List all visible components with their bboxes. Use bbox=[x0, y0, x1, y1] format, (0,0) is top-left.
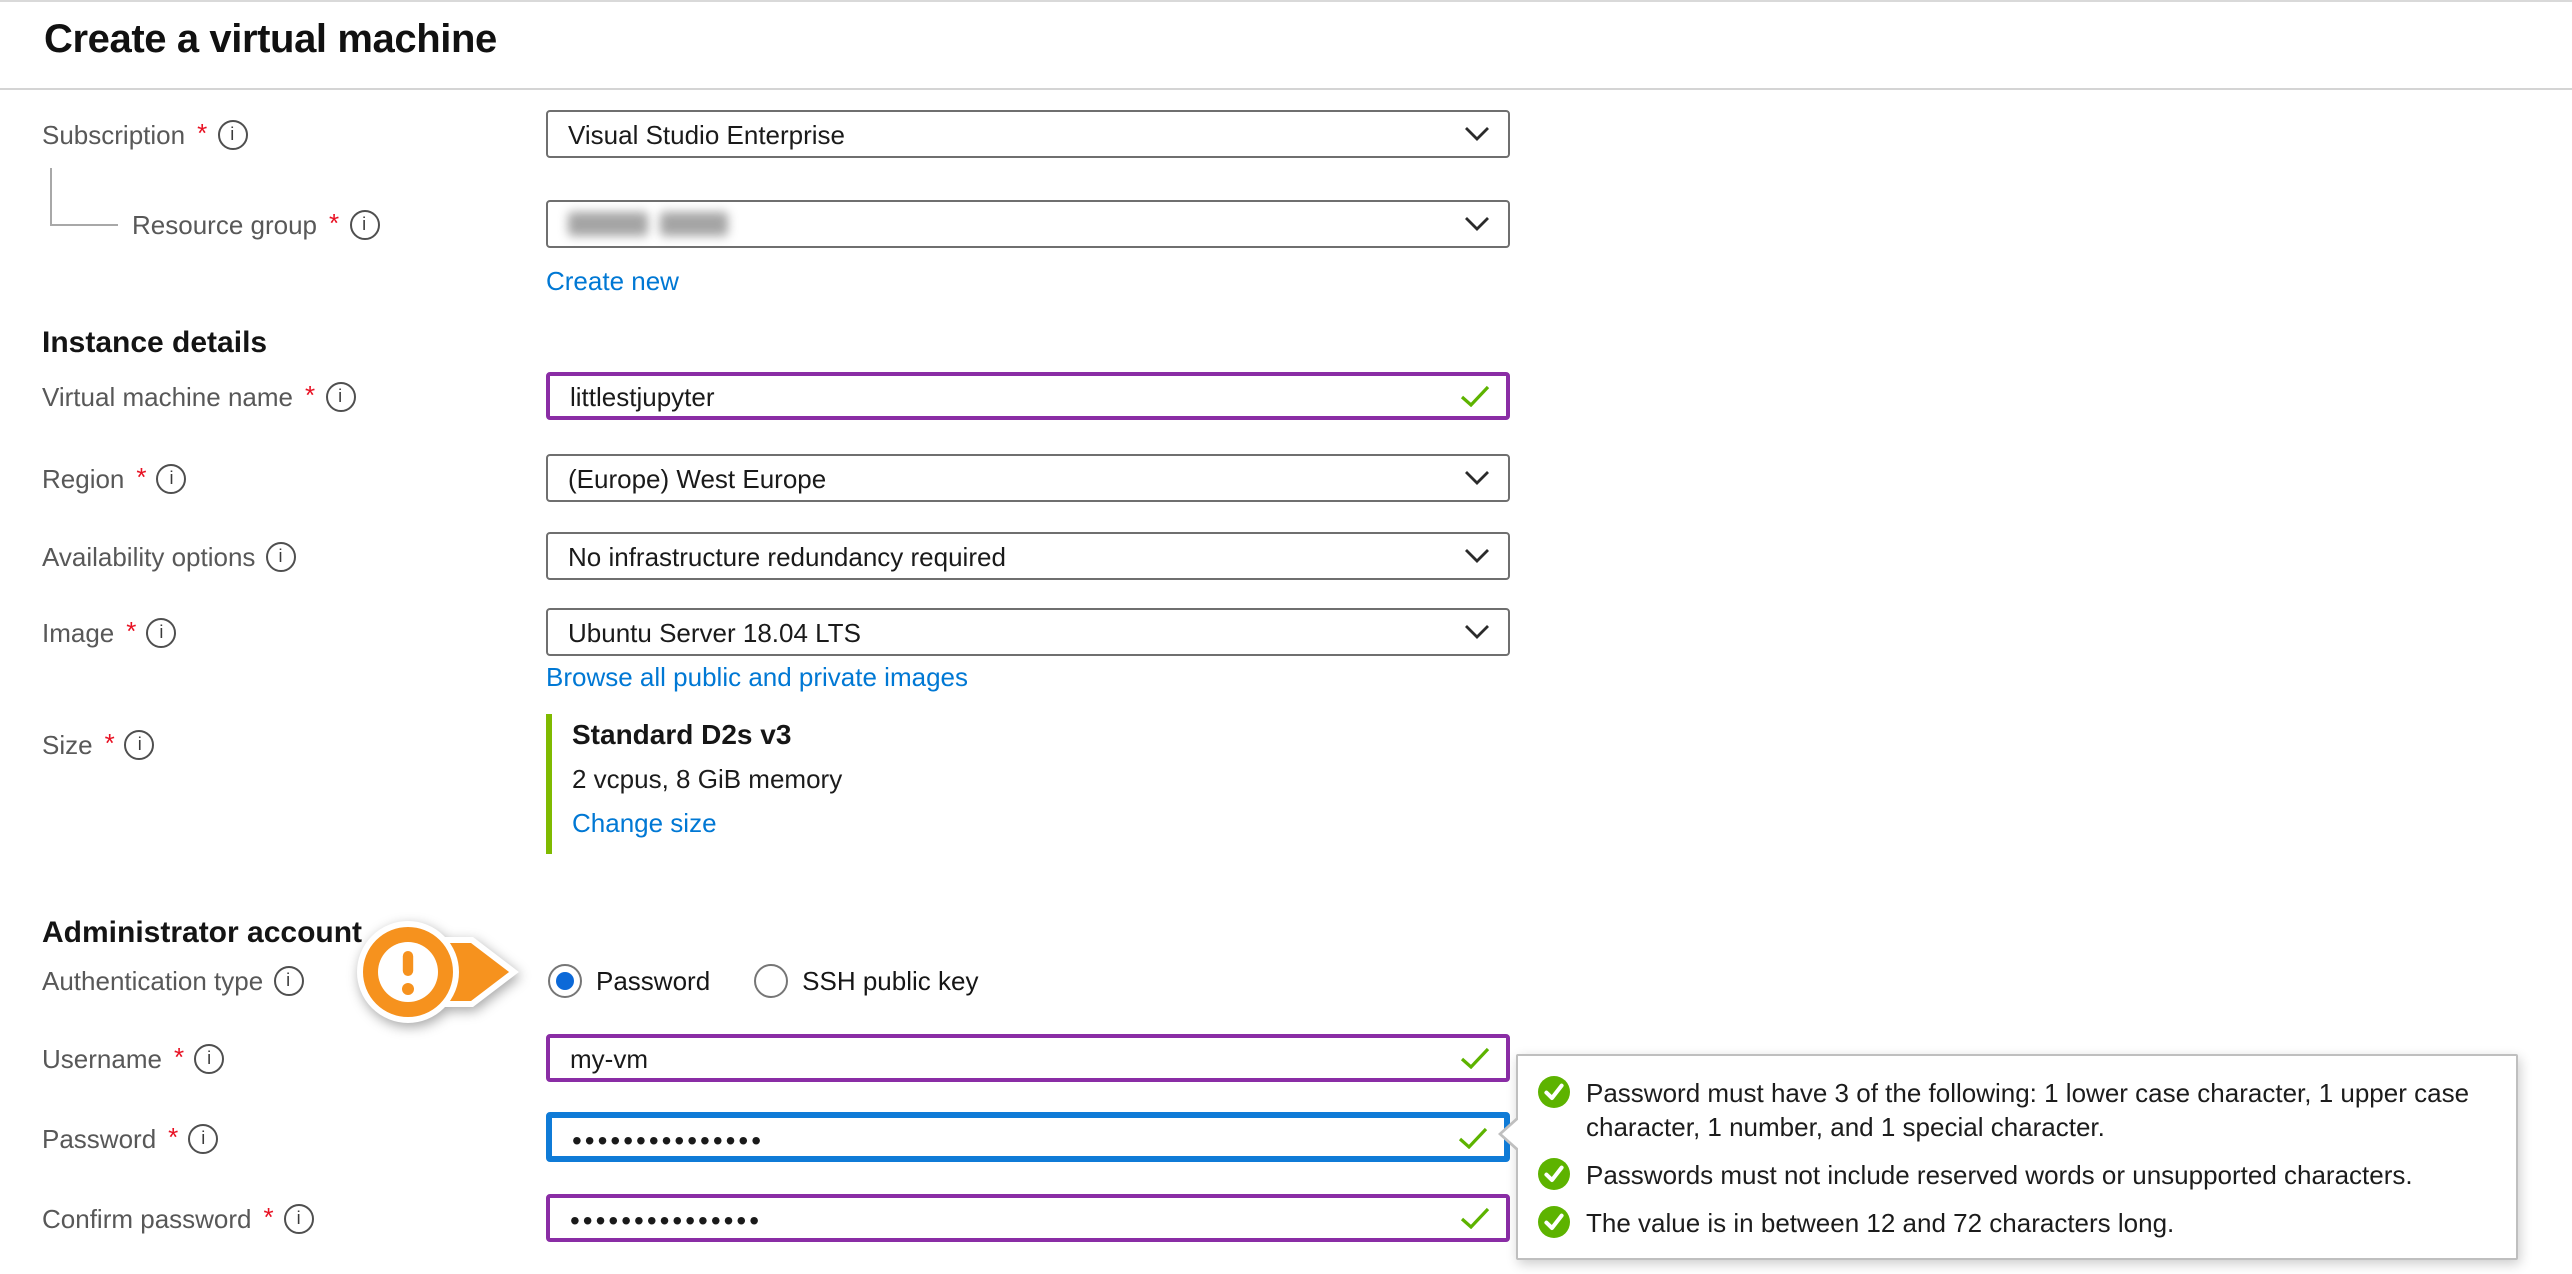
region-label: Region*i bbox=[42, 454, 187, 502]
instance-details-heading: Instance details bbox=[42, 326, 267, 360]
required-marker: * bbox=[168, 1121, 178, 1151]
size-summary: Standard D2s v3 2 vcpus, 8 GiB memory Ch… bbox=[546, 714, 842, 854]
validation-item: Passwords must not include reserved word… bbox=[1538, 1158, 2492, 1192]
username-input[interactable] bbox=[550, 1038, 1506, 1078]
info-icon[interactable]: i bbox=[194, 1043, 224, 1073]
authentication-type-radios: Password SSH public key bbox=[548, 962, 978, 998]
size-label: Size*i bbox=[42, 720, 155, 768]
required-marker: * bbox=[126, 615, 136, 645]
password-input-wrap bbox=[546, 1112, 1510, 1162]
size-specs: 2 vcpus, 8 GiB memory bbox=[572, 764, 842, 796]
image-value: Ubuntu Server 18.04 LTS bbox=[568, 617, 861, 647]
radio-password[interactable]: Password bbox=[548, 963, 710, 997]
validation-text: Passwords must not include reserved word… bbox=[1586, 1158, 2413, 1192]
info-icon[interactable]: i bbox=[265, 541, 295, 571]
create-new-link[interactable]: Create new bbox=[546, 266, 679, 296]
info-icon[interactable]: i bbox=[188, 1123, 218, 1153]
check-circle-icon bbox=[1538, 1206, 1570, 1238]
required-marker: * bbox=[264, 1201, 274, 1231]
radio-unselected-icon bbox=[754, 963, 788, 997]
info-icon[interactable]: i bbox=[217, 119, 247, 149]
required-marker: * bbox=[329, 207, 339, 237]
check-circle-icon bbox=[1538, 1158, 1570, 1190]
image-label: Image*i bbox=[42, 608, 176, 656]
administrator-account-heading: Administrator account bbox=[42, 916, 362, 950]
change-size-link[interactable]: Change size bbox=[572, 808, 717, 838]
validation-text: Password must have 3 of the following: 1… bbox=[1586, 1076, 2492, 1144]
required-marker: * bbox=[174, 1041, 184, 1071]
image-select[interactable]: Ubuntu Server 18.04 LTS bbox=[546, 608, 1510, 656]
required-marker: * bbox=[197, 117, 207, 147]
subscription-label: Subscription*i bbox=[42, 110, 247, 158]
check-circle-icon bbox=[1538, 1076, 1570, 1108]
vm-name-input[interactable] bbox=[550, 376, 1506, 416]
username-label: Username*i bbox=[42, 1034, 224, 1082]
resource-group-select[interactable] bbox=[546, 200, 1510, 248]
availability-options-value: No infrastructure redundancy required bbox=[568, 541, 1006, 571]
radio-password-label: Password bbox=[596, 965, 710, 995]
availability-options-label: Availability optionsi bbox=[42, 532, 295, 580]
chevron-down-icon bbox=[1464, 216, 1490, 232]
page-title: Create a virtual machine bbox=[44, 18, 497, 64]
required-marker: * bbox=[105, 727, 115, 757]
password-input[interactable] bbox=[552, 1118, 1504, 1156]
valid-check-icon bbox=[1460, 1207, 1490, 1229]
password-validation-popup: Password must have 3 of the following: 1… bbox=[1516, 1054, 2518, 1260]
resource-group-label: Resource group*i bbox=[132, 200, 379, 248]
info-icon[interactable]: i bbox=[157, 463, 187, 493]
info-icon[interactable]: i bbox=[325, 381, 355, 411]
warning-callout-icon bbox=[340, 900, 540, 1044]
chevron-down-icon bbox=[1464, 470, 1490, 486]
top-border bbox=[0, 0, 2572, 2]
info-icon[interactable]: i bbox=[146, 617, 176, 647]
valid-check-icon bbox=[1460, 385, 1490, 407]
info-icon[interactable]: i bbox=[125, 729, 155, 759]
radio-selected-icon bbox=[548, 963, 582, 997]
validation-item: The value is in between 12 and 72 charac… bbox=[1538, 1206, 2492, 1240]
validation-item: Password must have 3 of the following: 1… bbox=[1538, 1076, 2492, 1144]
confirm-password-label: Confirm password*i bbox=[42, 1194, 314, 1242]
availability-options-select[interactable]: No infrastructure redundancy required bbox=[546, 532, 1510, 580]
subscription-select[interactable]: Visual Studio Enterprise bbox=[546, 110, 1510, 158]
valid-check-icon bbox=[1460, 1047, 1490, 1069]
password-label: Password*i bbox=[42, 1114, 218, 1162]
info-icon[interactable]: i bbox=[284, 1203, 314, 1233]
resource-group-connector-line bbox=[50, 168, 118, 226]
authentication-type-label: Authentication typei bbox=[42, 956, 303, 1004]
info-icon[interactable]: i bbox=[349, 209, 379, 239]
required-marker: * bbox=[305, 379, 315, 409]
radio-ssh-public-key[interactable]: SSH public key bbox=[754, 963, 978, 997]
chevron-down-icon bbox=[1464, 126, 1490, 142]
radio-ssh-label: SSH public key bbox=[802, 965, 978, 995]
browse-images-link[interactable]: Browse all public and private images bbox=[546, 662, 968, 692]
valid-check-icon bbox=[1458, 1126, 1488, 1148]
chevron-down-icon bbox=[1464, 548, 1490, 564]
confirm-password-input-wrap bbox=[546, 1194, 1510, 1242]
vm-name-label: Virtual machine name*i bbox=[42, 372, 355, 420]
header-divider bbox=[0, 88, 2572, 90]
validation-text: The value is in between 12 and 72 charac… bbox=[1586, 1206, 2174, 1240]
confirm-password-input[interactable] bbox=[550, 1198, 1506, 1238]
required-marker: * bbox=[136, 461, 146, 491]
vm-name-input-wrap bbox=[546, 372, 1510, 420]
info-icon[interactable]: i bbox=[273, 965, 303, 995]
resource-group-value-redacted bbox=[568, 212, 728, 236]
subscription-value: Visual Studio Enterprise bbox=[568, 119, 845, 149]
create-vm-page: Create a virtual machine Subscription*i … bbox=[0, 0, 2572, 1274]
region-value: (Europe) West Europe bbox=[568, 463, 826, 493]
size-name: Standard D2s v3 bbox=[572, 718, 842, 752]
region-select[interactable]: (Europe) West Europe bbox=[546, 454, 1510, 502]
chevron-down-icon bbox=[1464, 624, 1490, 640]
username-input-wrap bbox=[546, 1034, 1510, 1082]
